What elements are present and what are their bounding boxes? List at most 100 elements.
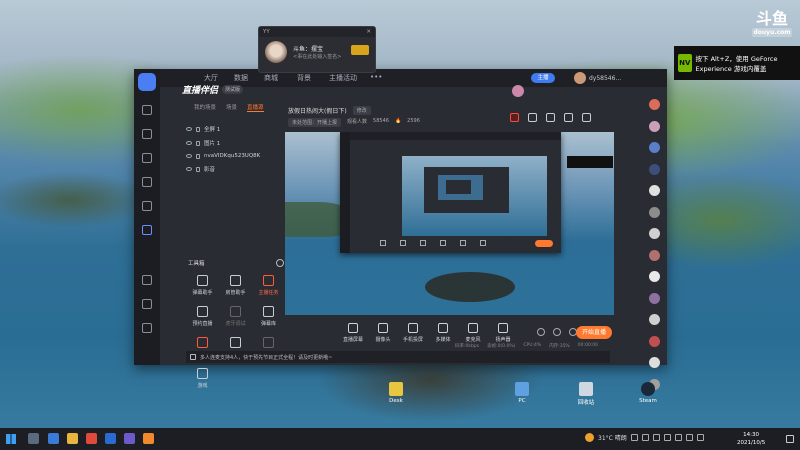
tray-icon[interactable]: [696, 434, 704, 441]
start-live-button[interactable]: 开始直播: [576, 326, 612, 339]
share-icon[interactable]: [582, 113, 591, 122]
edit-title-button[interactable]: 修改: [352, 106, 371, 115]
eye-icon[interactable]: [186, 167, 192, 171]
avatar[interactable]: [648, 120, 660, 132]
tab-anchor-events[interactable]: 主播活动: [329, 73, 357, 83]
list-item[interactable]: 影音: [186, 162, 284, 176]
shield-icon[interactable]: [142, 225, 152, 235]
lock-icon[interactable]: [196, 126, 200, 132]
source-button[interactable]: 麦克风: [463, 323, 483, 343]
anchor-badge[interactable]: 主播: [531, 73, 555, 83]
close-icon[interactable]: ✕: [366, 29, 371, 35]
avatar[interactable]: [648, 249, 660, 261]
avatar[interactable]: [648, 228, 660, 239]
screen-icon[interactable]: [546, 113, 555, 122]
wifi-icon[interactable]: [537, 328, 545, 336]
search-icon[interactable]: [28, 433, 39, 444]
desktop-icon[interactable]: 回收站: [571, 382, 601, 406]
avatar[interactable]: [648, 206, 660, 218]
weather-text[interactable]: 31°C 晴朗: [598, 433, 627, 442]
eye-icon[interactable]: [553, 328, 561, 336]
desktop-icon[interactable]: Desk: [381, 382, 411, 404]
chart-icon[interactable]: [142, 129, 152, 139]
avatar[interactable]: [265, 41, 287, 63]
edge-icon[interactable]: [48, 433, 59, 444]
source-button[interactable]: 手机投屏: [403, 323, 423, 343]
list-item[interactable]: nvaVIDKqu523UQ8K: [186, 150, 284, 162]
home-icon[interactable]: [142, 105, 152, 115]
list-item[interactable]: 图片 1: [186, 136, 284, 150]
tab-data[interactable]: 数据: [234, 73, 248, 83]
status-row: 码率:0kbps 丢帧:0(0.0%) CPU:4% 内存:35% 00:00:00: [455, 343, 598, 349]
avatar[interactable]: [648, 99, 660, 110]
tab-more[interactable]: •••: [370, 73, 382, 81]
tool-item[interactable]: 房管助手: [219, 275, 252, 296]
avatar[interactable]: [648, 335, 660, 347]
lock-icon[interactable]: [196, 166, 200, 172]
app-icon[interactable]: [105, 433, 116, 444]
tab-store[interactable]: 商城: [264, 73, 278, 83]
lock-icon[interactable]: [196, 153, 200, 159]
avatar[interactable]: [512, 85, 524, 97]
menu-icon[interactable]: [142, 323, 152, 333]
tool-item[interactable]: 弹幕助手: [186, 275, 219, 296]
lock-icon[interactable]: [528, 113, 537, 122]
windows-start-icon[interactable]: [6, 434, 16, 444]
scissors-icon[interactable]: [142, 153, 152, 163]
wifi-icon[interactable]: [142, 201, 152, 211]
avatar[interactable]: [648, 314, 660, 325]
source-button[interactable]: 摄像头: [373, 323, 393, 343]
tray-icon[interactable]: [685, 434, 693, 441]
chrome-icon[interactable]: [67, 433, 78, 444]
desktop-icon[interactable]: PC: [507, 382, 537, 404]
network-icon[interactable]: [630, 434, 638, 441]
avatar[interactable]: [648, 357, 660, 368]
source-button[interactable]: 多媒体: [433, 323, 453, 343]
desktop-icon[interactable]: Steam: [633, 382, 663, 404]
avatar[interactable]: [648, 271, 660, 282]
tab-lobby[interactable]: 大厅: [204, 73, 218, 83]
lock-icon[interactable]: [196, 140, 200, 146]
system-tray: 31°C 晴朗: [585, 433, 704, 442]
avatar[interactable]: [648, 163, 660, 175]
clock[interactable]: 14:30 2021/10/5: [737, 431, 765, 447]
tab-live-source[interactable]: 直播源: [247, 103, 264, 112]
eye-icon[interactable]: [186, 154, 192, 158]
tool-item[interactable]: 游戏: [186, 368, 219, 389]
notice-bar: 多人连麦支持4人，快于预先节目正式全程！请及时更新哦~: [186, 351, 610, 363]
user-menu[interactable]: dy58546...: [574, 72, 621, 84]
source-button[interactable]: 扬声器: [493, 323, 513, 343]
tool-item[interactable]: 虎牙调试: [219, 306, 252, 327]
bell-icon[interactable]: [564, 113, 573, 122]
folder-icon: [389, 382, 403, 396]
tab-scene[interactable]: 场景: [226, 103, 237, 112]
language-icon[interactable]: [663, 434, 671, 441]
settings-icon[interactable]: [142, 299, 152, 309]
tab-my-scene[interactable]: 我的场景: [194, 103, 216, 112]
stream-preview[interactable]: [285, 132, 614, 315]
tray-icon[interactable]: [674, 434, 682, 441]
game-icon[interactable]: [142, 177, 152, 187]
notification-icon[interactable]: [786, 435, 794, 443]
search-icon[interactable]: [142, 275, 152, 285]
tool-item[interactable]: 主播任务: [252, 275, 285, 296]
settings-icon[interactable]: [276, 259, 284, 267]
avatar[interactable]: [648, 292, 660, 304]
eye-icon[interactable]: [186, 141, 192, 145]
avatar[interactable]: [648, 142, 660, 153]
app-icon[interactable]: [143, 433, 154, 444]
computer-icon: [515, 382, 529, 396]
tool-item[interactable]: 弹幕库: [252, 306, 285, 327]
eye-icon[interactable]: [186, 127, 192, 131]
app-icon[interactable]: [124, 433, 135, 444]
battery-icon[interactable]: [652, 434, 660, 441]
avatar[interactable]: [648, 185, 660, 196]
tool-item[interactable]: 预约直播: [186, 306, 219, 327]
list-item[interactable]: 全屏 1: [186, 122, 284, 136]
volume-icon[interactable]: [641, 434, 649, 441]
weather-icon[interactable]: [585, 433, 594, 442]
source-button[interactable]: 直播屏幕: [343, 323, 363, 343]
tab-background[interactable]: 背景: [297, 73, 311, 83]
app-icon[interactable]: [86, 433, 97, 444]
gift-icon[interactable]: [510, 113, 519, 122]
